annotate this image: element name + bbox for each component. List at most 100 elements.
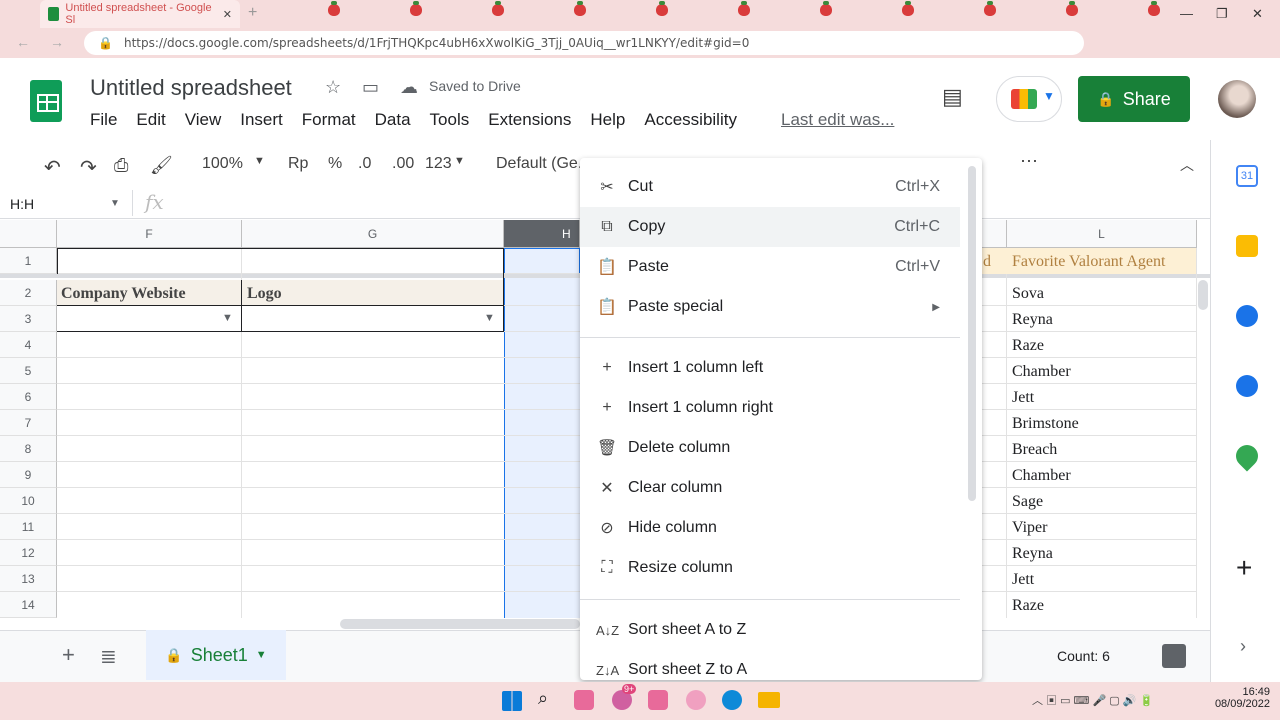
all-sheets-icon[interactable]: ≣: [100, 644, 117, 669]
column-header-g[interactable]: G: [242, 220, 504, 248]
cell-l[interactable]: Sage: [1012, 493, 1043, 511]
keep-icon[interactable]: [1236, 235, 1258, 257]
add-sheet-icon[interactable]: +: [62, 642, 75, 668]
windows-start-icon[interactable]: [502, 691, 522, 711]
menu-item-cut[interactable]: ✂ Cut Ctrl+X: [580, 167, 960, 207]
saved-status[interactable]: Saved to Drive: [429, 78, 521, 94]
row-header[interactable]: 6: [0, 384, 57, 410]
share-button[interactable]: 🔒 Share: [1078, 76, 1190, 122]
comments-icon[interactable]: ▤: [942, 84, 963, 110]
browser-tab[interactable]: Untitled spreadsheet - Google Sl ✕: [40, 0, 240, 28]
document-title[interactable]: Untitled spreadsheet: [90, 75, 292, 101]
forward-icon[interactable]: →: [50, 34, 64, 50]
cell-l[interactable]: Jett: [1012, 571, 1034, 589]
menu-accessibility[interactable]: Accessibility: [644, 110, 737, 130]
horizontal-scrollbar[interactable]: [340, 619, 580, 629]
dropdown-chevron-icon[interactable]: ▼: [222, 312, 233, 324]
calendar-icon[interactable]: 31: [1236, 165, 1258, 187]
cell-l[interactable]: Jett: [1012, 389, 1034, 407]
cell-l[interactable]: Breach: [1012, 441, 1057, 459]
folder-icon[interactable]: [758, 692, 780, 708]
url-field[interactable]: 🔒 https://docs.google.com/spreadsheets/d…: [84, 31, 1084, 55]
menu-insert[interactable]: Insert: [240, 110, 283, 130]
cell-l[interactable]: Chamber: [1012, 363, 1071, 381]
new-tab-icon[interactable]: +: [248, 4, 257, 22]
row-header[interactable]: 4: [0, 332, 57, 358]
menu-scrollbar[interactable]: [968, 166, 976, 501]
cell-l1[interactable]: Favorite Valorant Agent: [1012, 253, 1165, 271]
sheets-logo[interactable]: [30, 80, 62, 122]
menu-view[interactable]: View: [185, 110, 222, 130]
row-header[interactable]: 11: [0, 514, 57, 540]
clock[interactable]: 16:49 08/09/2022: [1210, 686, 1270, 710]
more-formats-button[interactable]: 123: [425, 155, 452, 173]
expand-panel-icon[interactable]: ›: [1240, 636, 1246, 657]
avatar[interactable]: [1218, 80, 1256, 118]
redo-icon[interactable]: ↷: [80, 155, 97, 180]
cell-l[interactable]: Raze: [1012, 337, 1044, 355]
contacts-icon[interactable]: [1236, 375, 1258, 397]
cell-l[interactable]: Sova: [1012, 285, 1044, 303]
tray-icons[interactable]: ︿ ▣ ▭ ⌨ 🎤 ▢ 🔊 🔋: [1032, 692, 1153, 708]
app-icon[interactable]: [574, 690, 594, 710]
menu-item-insert-left[interactable]: + Insert 1 column left: [580, 348, 960, 388]
row-header[interactable]: 3: [0, 306, 57, 332]
collapse-toolbar-icon[interactable]: ︿: [1180, 155, 1194, 175]
row-header[interactable]: 12: [0, 540, 57, 566]
close-tab-icon[interactable]: ✕: [223, 8, 232, 21]
paint-format-icon[interactable]: 🖌: [150, 155, 173, 176]
star-icon[interactable]: ☆: [325, 77, 341, 98]
row-header[interactable]: 13: [0, 566, 57, 592]
move-folder-icon[interactable]: ▭: [362, 77, 379, 98]
count-summary[interactable]: Count: 6: [1057, 648, 1110, 664]
close-window-icon[interactable]: ✕: [1252, 6, 1263, 22]
maximize-icon[interactable]: ❐: [1216, 6, 1228, 22]
app-icon[interactable]: [648, 690, 668, 710]
cell-row1-f-g[interactable]: [57, 248, 504, 274]
tasks-icon[interactable]: [1236, 305, 1258, 327]
row-header[interactable]: 2: [0, 280, 57, 306]
cell-k1[interactable]: d: [983, 253, 991, 271]
cell-f2[interactable]: Company Website: [61, 285, 186, 303]
cell-l[interactable]: Reyna: [1012, 311, 1053, 329]
menu-item-paste[interactable]: 📋 Paste Ctrl+V: [580, 247, 960, 287]
row-header[interactable]: 8: [0, 436, 57, 462]
menu-format[interactable]: Format: [302, 110, 356, 130]
column-header-l[interactable]: L: [1007, 220, 1197, 248]
column-header-h[interactable]: H: [504, 220, 580, 248]
row-header[interactable]: 1: [0, 248, 57, 274]
vertical-scrollbar[interactable]: [1198, 280, 1208, 310]
column-header-f[interactable]: F: [57, 220, 242, 248]
select-all-corner[interactable]: [0, 220, 57, 248]
search-icon[interactable]: ⌕: [538, 688, 548, 709]
row-header[interactable]: 10: [0, 488, 57, 514]
edge-icon[interactable]: [722, 690, 742, 710]
row-header[interactable]: 14: [0, 592, 57, 618]
sheet-tab[interactable]: 🔒 Sheet1 ▼: [146, 630, 286, 680]
menu-item-copy[interactable]: ⧉ Copy Ctrl+C: [580, 207, 960, 247]
add-addon-icon[interactable]: +: [1236, 552, 1252, 584]
row-header[interactable]: 7: [0, 410, 57, 436]
cell-l[interactable]: Reyna: [1012, 545, 1053, 563]
cell-l[interactable]: Viper: [1012, 519, 1047, 537]
last-edit-link[interactable]: Last edit was...: [781, 110, 894, 130]
meet-button[interactable]: ▼: [996, 76, 1062, 122]
zoom-select[interactable]: 100%: [202, 155, 243, 173]
menu-file[interactable]: File: [90, 110, 117, 130]
menu-item-resize-column[interactable]: ⛶ Resize column: [580, 548, 960, 588]
menu-item-paste-special[interactable]: 📋 Paste special ▶: [580, 287, 960, 327]
menu-item-sort-az[interactable]: A↓Z Sort sheet A to Z: [580, 610, 960, 650]
menu-item-clear-column[interactable]: ✕ Clear column: [580, 468, 960, 508]
print-icon[interactable]: ⎙: [114, 155, 128, 176]
menu-item-sort-za[interactable]: Z↓A Sort sheet Z to A: [580, 650, 960, 680]
cell-l[interactable]: Raze: [1012, 597, 1044, 615]
row-header[interactable]: 5: [0, 358, 57, 384]
menu-edit[interactable]: Edit: [136, 110, 165, 130]
cell-l[interactable]: Brimstone: [1012, 415, 1079, 433]
app-icon[interactable]: [686, 690, 706, 710]
menu-help[interactable]: Help: [590, 110, 625, 130]
currency-button[interactable]: Rp: [288, 155, 308, 173]
back-icon[interactable]: ←: [16, 34, 30, 50]
menu-item-insert-right[interactable]: + Insert 1 column right: [580, 388, 960, 428]
increase-decimal-button[interactable]: .00: [392, 155, 414, 173]
